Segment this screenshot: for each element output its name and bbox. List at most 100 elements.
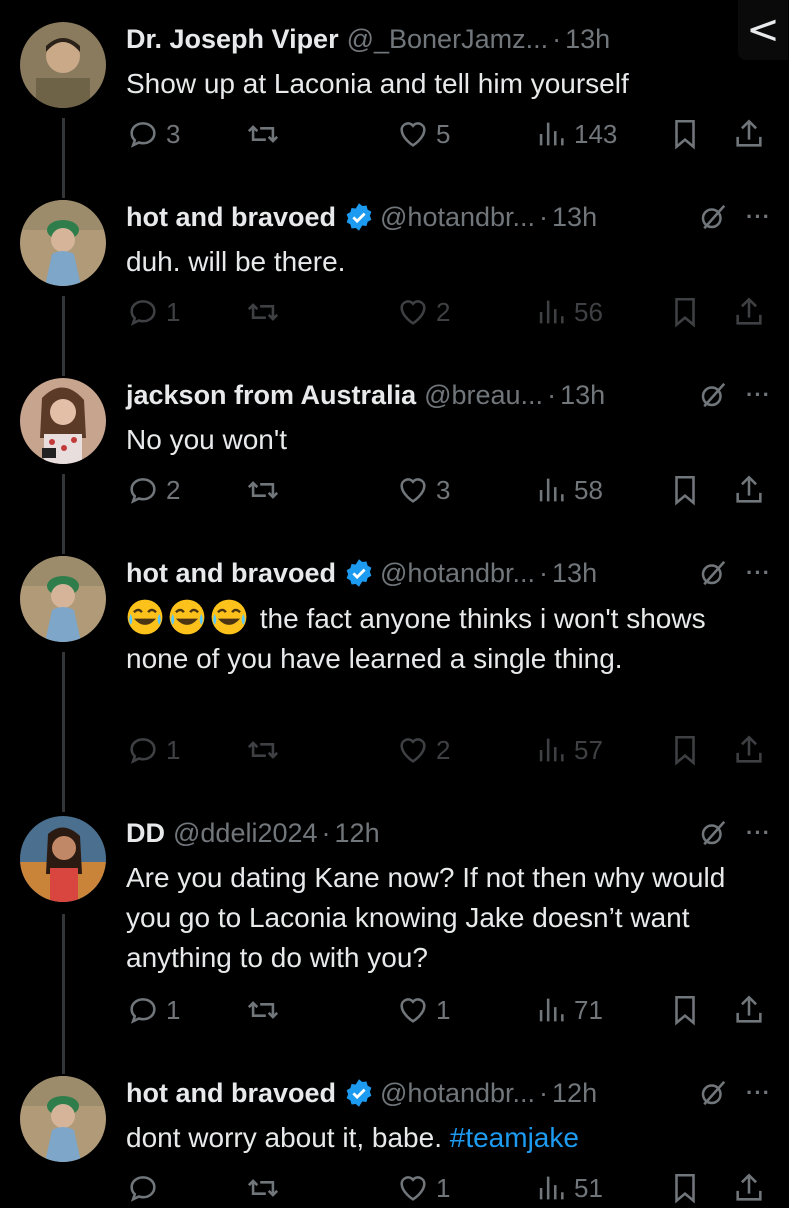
bookmark-icon	[675, 735, 695, 766]
timestamp[interactable]: 12h	[335, 818, 380, 849]
display-name[interactable]: DD	[126, 818, 165, 849]
thread-line	[62, 296, 65, 376]
avatar[interactable]	[20, 556, 106, 642]
back-icon: <	[746, 7, 780, 53]
reply-button[interactable]: 2	[126, 470, 180, 510]
display-name[interactable]: hot and bravoed	[126, 558, 336, 589]
reply-button[interactable]	[126, 1168, 166, 1208]
reply-count: 1	[166, 296, 181, 327]
view-count: 56	[574, 296, 603, 327]
like-count: 3	[436, 474, 451, 505]
reply-button[interactable]: 1	[126, 730, 180, 770]
share-button[interactable]	[732, 730, 766, 770]
user-handle[interactable]: @breau...	[424, 380, 543, 411]
share-button[interactable]	[732, 470, 766, 510]
tweet-text-container: the fact anyone thinks i won't shows non…	[126, 598, 736, 679]
views-button[interactable]: 71	[534, 990, 603, 1030]
reply-button[interactable]: 1	[126, 292, 180, 332]
more-options-icon[interactable]: ···	[746, 382, 771, 408]
user-handle[interactable]: @_BonerJamz...	[347, 24, 549, 55]
more-options-icon[interactable]: ···	[746, 1080, 771, 1106]
dot-separator: ·	[321, 817, 331, 848]
views-button[interactable]: 57	[534, 730, 603, 770]
views-button[interactable]: 51	[534, 1168, 603, 1208]
share-button[interactable]	[732, 990, 766, 1030]
grok-icon[interactable]	[698, 558, 728, 588]
bookmark-button[interactable]	[668, 730, 702, 770]
action-bar: 3 5 143	[126, 114, 771, 154]
user-handle[interactable]: @hotandbr...	[380, 1078, 535, 1109]
like-count: 5	[436, 118, 451, 149]
like-button[interactable]: 1	[396, 990, 450, 1030]
timestamp[interactable]: 12h	[552, 1078, 597, 1109]
tweet-text: No you won't	[126, 424, 287, 455]
reply-icon	[130, 122, 156, 148]
timestamp[interactable]: 13h	[552, 202, 597, 233]
share-button[interactable]	[732, 1168, 766, 1208]
views-button[interactable]: 143	[534, 114, 617, 154]
more-options-icon[interactable]: ···	[746, 204, 771, 230]
bookmark-button[interactable]	[668, 1168, 702, 1208]
reply-button[interactable]: 3	[126, 114, 180, 154]
grok-icon[interactable]	[698, 202, 728, 232]
display-name[interactable]: jackson from Australia	[126, 380, 416, 411]
like-button[interactable]: 1	[396, 1168, 450, 1208]
like-button[interactable]: 2	[396, 292, 450, 332]
heart-icon	[400, 300, 426, 325]
bookmark-button[interactable]	[668, 990, 702, 1030]
bookmark-button[interactable]	[668, 470, 702, 510]
timestamp[interactable]: 13h	[560, 380, 605, 411]
user-handle[interactable]: @hotandbr...	[380, 558, 535, 589]
repost-button[interactable]	[246, 1168, 286, 1208]
display-name[interactable]: hot and bravoed	[126, 202, 336, 233]
heart-icon	[400, 478, 426, 503]
timestamp[interactable]: 13h	[565, 24, 610, 55]
avatar[interactable]	[20, 816, 106, 902]
view-count: 71	[574, 994, 603, 1025]
repost-button[interactable]	[246, 470, 286, 510]
display-name[interactable]: hot and bravoed	[126, 1078, 336, 1109]
thread-line	[62, 474, 65, 554]
avatar[interactable]	[20, 378, 106, 464]
action-bar: 1 2 56	[126, 292, 771, 332]
heart-icon	[400, 122, 426, 147]
views-button[interactable]: 58	[534, 470, 603, 510]
back-button[interactable]: <	[738, 0, 788, 60]
repost-button[interactable]	[246, 730, 286, 770]
views-button[interactable]: 56	[534, 292, 603, 332]
reply-button[interactable]: 1	[126, 990, 180, 1030]
tweet-text: duh. will be there.	[126, 246, 346, 277]
timestamp[interactable]: 13h	[552, 558, 597, 589]
reply-count: 2	[166, 474, 181, 505]
view-count: 57	[574, 734, 603, 765]
tweet-header: hot and bravoed @hotandbr... · 12h	[126, 1076, 597, 1110]
avatar[interactable]	[20, 200, 106, 286]
user-handle[interactable]: @ddeli2024	[173, 818, 318, 849]
like-button[interactable]: 2	[396, 730, 450, 770]
display-name[interactable]: Dr. Joseph Viper	[126, 24, 339, 55]
repost-button[interactable]	[246, 114, 286, 154]
user-handle[interactable]: @hotandbr...	[380, 202, 535, 233]
grok-icon[interactable]	[698, 1078, 728, 1108]
avatar[interactable]	[20, 1076, 106, 1162]
hashtag-link[interactable]: #teamjake	[450, 1122, 579, 1153]
bookmark-button[interactable]	[668, 292, 702, 332]
repost-button[interactable]	[246, 990, 286, 1030]
views-icon	[539, 300, 564, 324]
avatar[interactable]	[20, 22, 106, 108]
repost-button[interactable]	[246, 292, 286, 332]
like-button[interactable]: 5	[396, 114, 450, 154]
share-button[interactable]	[732, 292, 766, 332]
grok-icon[interactable]	[698, 380, 728, 410]
more-options-icon[interactable]: ···	[746, 820, 771, 846]
more-options-icon[interactable]: ···	[746, 560, 771, 586]
action-bar: 1 2 57	[126, 730, 771, 770]
grok-icon[interactable]	[698, 818, 728, 848]
tweet-text: Are you dating Kane now? If not then why…	[126, 862, 726, 973]
reply-icon	[130, 478, 156, 504]
like-button[interactable]: 3	[396, 470, 450, 510]
tweet-header: hot and bravoed @hotandbr... · 13h	[126, 200, 597, 234]
share-button[interactable]	[732, 114, 766, 154]
bookmark-button[interactable]	[668, 114, 702, 154]
thread-line	[62, 118, 65, 198]
